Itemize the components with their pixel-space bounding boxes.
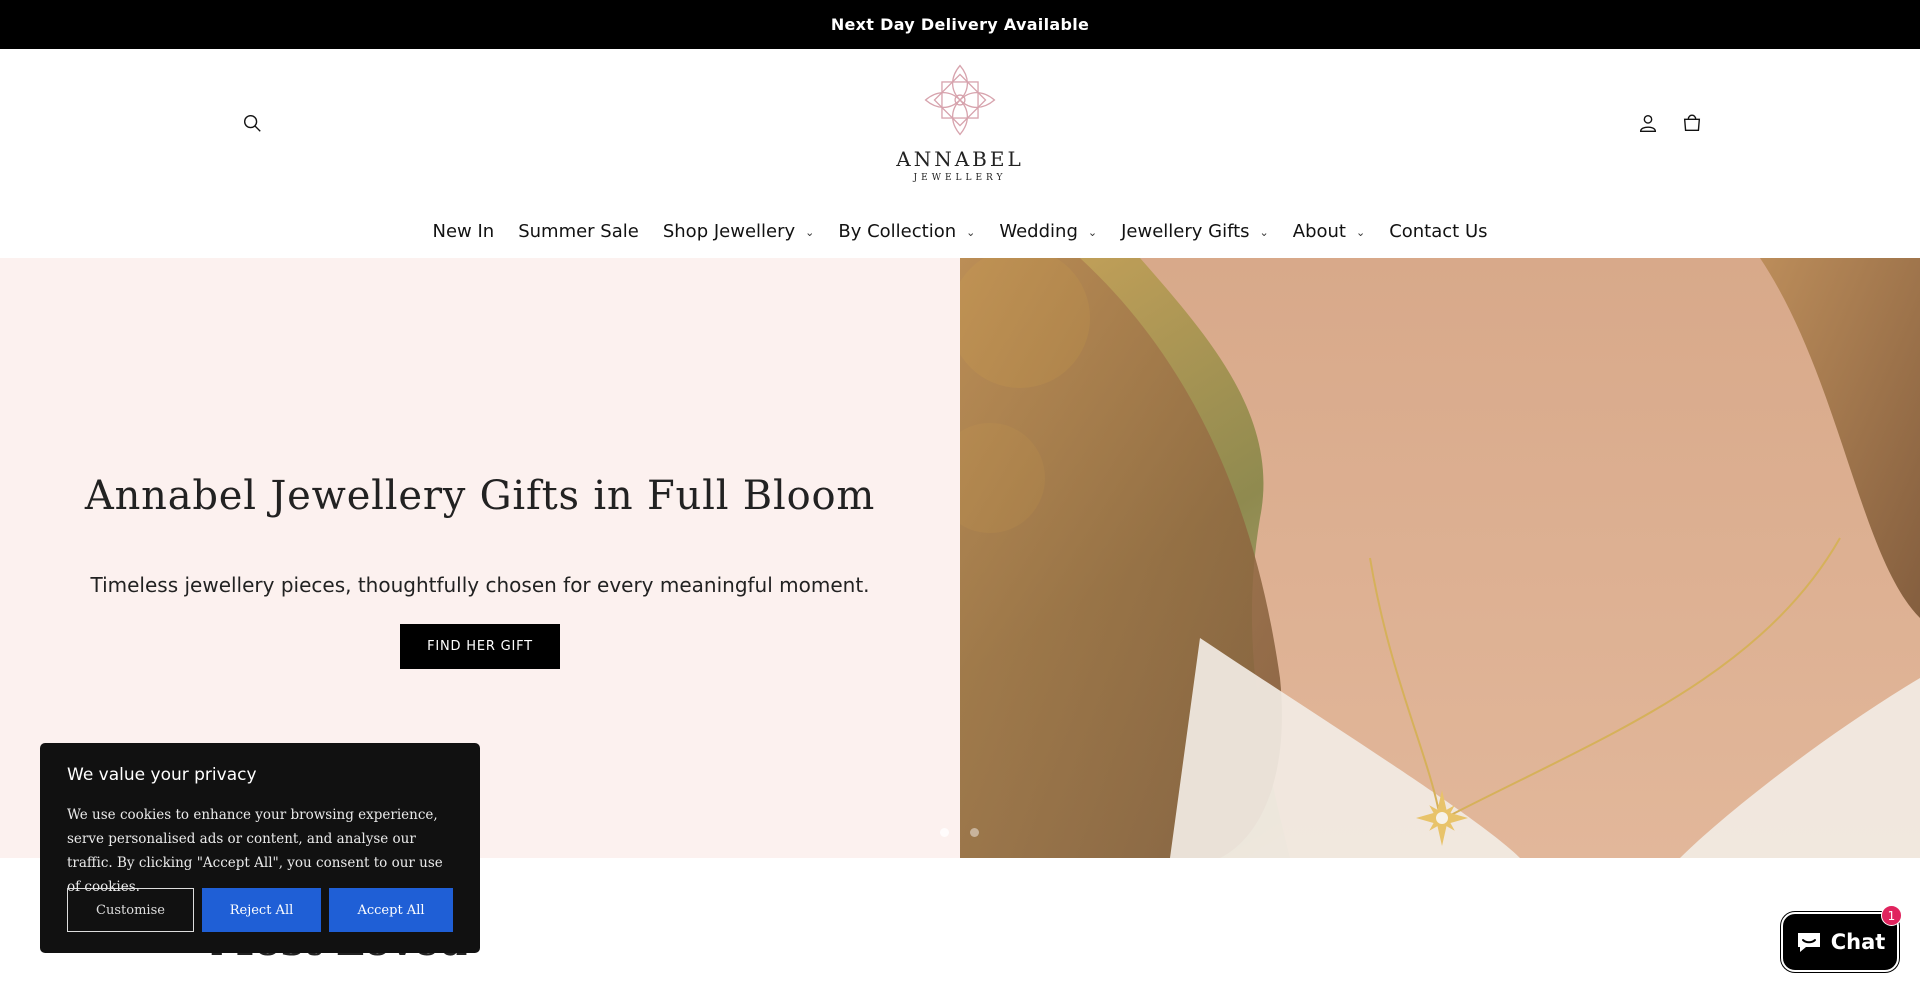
accept-all-button[interactable]: Accept All — [329, 888, 453, 932]
logo-name: ANNABEL — [896, 147, 1024, 171]
chevron-down-icon: ⌄ — [966, 225, 976, 239]
cookie-title: We value your privacy — [67, 765, 257, 785]
nav-about[interactable]: About ⌄ — [1293, 219, 1365, 243]
hero-subtitle: Timeless jewellery pieces, thoughtfully … — [90, 573, 870, 597]
nav-jewellery-gifts[interactable]: Jewellery Gifts ⌄ — [1121, 219, 1269, 243]
slide-dot[interactable] — [940, 828, 949, 837]
chat-button[interactable]: Chat — [1781, 912, 1899, 972]
chevron-down-icon: ⌄ — [805, 225, 815, 239]
reject-all-button[interactable]: Reject All — [202, 888, 321, 932]
nav-label: New In — [432, 220, 495, 242]
nav-new-in[interactable]: New In — [433, 219, 495, 243]
nav-label: Contact Us — [1389, 220, 1488, 242]
chat-badge: 1 — [1881, 905, 1902, 926]
nav-label: Shop Jewellery — [662, 220, 796, 242]
main-nav: New In Summer Sale Shop Jewellery ⌄ By C… — [0, 219, 1920, 243]
find-her-gift-button[interactable]: FIND HER GIFT — [400, 624, 560, 669]
nav-label: Jewellery Gifts — [1121, 220, 1250, 242]
nav-contact-us[interactable]: Contact Us — [1389, 219, 1487, 243]
announcement-bar: Next Day Delivery Available — [0, 0, 1920, 49]
chevron-down-icon: ⌄ — [1355, 225, 1366, 239]
logo-subtitle: JEWELLERY — [913, 173, 1007, 183]
slide-dot[interactable] — [970, 828, 979, 837]
nav-wedding[interactable]: Wedding ⌄ — [999, 219, 1097, 243]
chevron-down-icon: ⌄ — [1259, 225, 1269, 239]
chevron-down-icon: ⌄ — [1087, 225, 1098, 239]
nav-label: By Collection — [838, 220, 957, 242]
site-header: ANNABEL JEWELLERY New In Summer Sale Sho… — [0, 49, 1920, 258]
customise-button[interactable]: Customise — [67, 888, 194, 932]
nav-label: About — [1292, 220, 1346, 242]
search-icon[interactable] — [235, 106, 269, 140]
nav-label: Summer Sale — [518, 220, 639, 242]
hero-title: Annabel Jewellery Gifts in Full Bloom — [84, 473, 876, 519]
cart-icon[interactable] — [1675, 106, 1709, 140]
cookie-banner: We value your privacy We use cookies to … — [40, 743, 480, 953]
cookie-actions: Customise Reject All Accept All — [67, 888, 453, 932]
chat-bubble-icon — [1797, 933, 1820, 952]
chat-label: Chat — [1830, 930, 1886, 954]
cookie-text: We use cookies to enhance your browsing … — [67, 807, 443, 895]
logo-mark-icon — [924, 64, 996, 136]
nav-label: Wedding — [999, 220, 1078, 242]
nav-summer-sale[interactable]: Summer Sale — [518, 219, 639, 243]
announcement-text: Next Day Delivery Available — [830, 15, 1090, 34]
hero-image — [960, 258, 1920, 858]
nav-shop-jewellery[interactable]: Shop Jewellery ⌄ — [663, 219, 815, 243]
nav-by-collection[interactable]: By Collection ⌄ — [838, 219, 975, 243]
account-icon[interactable] — [1631, 106, 1665, 140]
logo[interactable]: ANNABEL JEWELLERY — [880, 59, 1040, 194]
